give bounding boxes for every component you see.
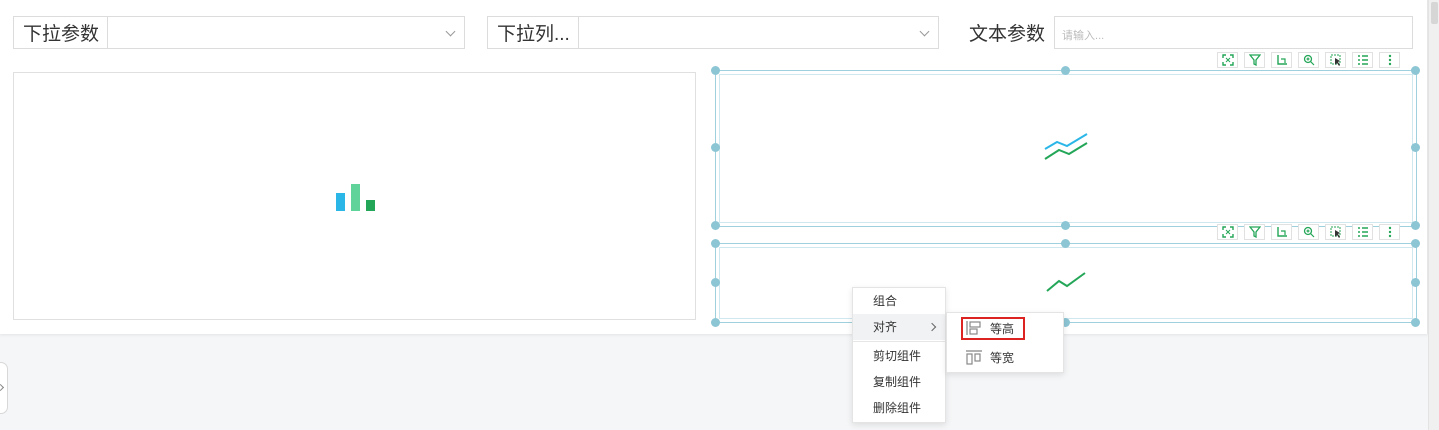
menu-item-copy[interactable]: 复制组件 bbox=[853, 369, 945, 395]
bar-chart-icon bbox=[336, 183, 376, 211]
fullscreen-icon[interactable] bbox=[1217, 224, 1238, 240]
chevron-down-icon bbox=[919, 26, 930, 37]
submenu-item-equal-height-label: 等高 bbox=[990, 321, 1015, 336]
vertical-scrollbar[interactable] bbox=[1428, 0, 1439, 430]
axis-icon[interactable] bbox=[1271, 52, 1292, 68]
more-icon[interactable] bbox=[1379, 52, 1400, 68]
chevron-right-icon bbox=[0, 383, 5, 392]
context-menu: 组合 对齐 剪切组件 复制组件 删除组件 bbox=[852, 287, 946, 423]
zoom-icon[interactable] bbox=[1298, 224, 1319, 240]
text-param: 文本参数 请输入... bbox=[969, 16, 1413, 49]
submenu-item-equal-height[interactable]: 等高 bbox=[965, 318, 1014, 338]
menu-item-cut[interactable]: 剪切组件 bbox=[853, 343, 945, 369]
chevron-down-icon bbox=[445, 26, 456, 37]
line-chart-icon bbox=[1044, 133, 1088, 160]
select-icon[interactable] bbox=[1325, 224, 1346, 240]
axis-icon[interactable] bbox=[1271, 224, 1292, 240]
submenu-item-equal-width[interactable]: 等宽 bbox=[965, 347, 1014, 367]
zoom-icon[interactable] bbox=[1298, 52, 1319, 68]
dropdown-param-2-select[interactable] bbox=[577, 16, 939, 49]
list-icon[interactable] bbox=[1352, 52, 1373, 68]
menu-item-delete[interactable]: 删除组件 bbox=[853, 395, 945, 421]
expand-panel-tab[interactable] bbox=[0, 362, 8, 414]
menu-divider bbox=[853, 341, 945, 342]
dropdown-param-1-select[interactable] bbox=[107, 16, 465, 49]
submenu-item-equal-width-label: 等宽 bbox=[990, 350, 1015, 365]
dashboard-canvas: 下拉参数 下拉列... 文本参数 请输入... bbox=[0, 0, 1428, 334]
chart-widget-right-bottom[interactable] bbox=[715, 243, 1417, 323]
equal-height-icon bbox=[966, 321, 981, 335]
chart-widget-left[interactable] bbox=[13, 72, 696, 320]
text-param-placeholder: 请输入... bbox=[1062, 30, 1105, 42]
text-param-input[interactable]: 请输入... bbox=[1054, 16, 1413, 49]
filter-icon[interactable] bbox=[1244, 224, 1265, 240]
align-submenu: 等高 等宽 bbox=[946, 312, 1064, 373]
menu-item-align[interactable]: 对齐 bbox=[853, 314, 945, 340]
widget-toolbar-bottom bbox=[1217, 224, 1400, 240]
dropdown-param-2: 下拉列... bbox=[487, 16, 939, 49]
list-icon[interactable] bbox=[1352, 224, 1373, 240]
line-chart-icon bbox=[1046, 272, 1086, 292]
dropdown-param-1-label: 下拉参数 bbox=[13, 16, 108, 49]
menu-item-group[interactable]: 组合 bbox=[853, 288, 945, 314]
dropdown-param-2-label: 下拉列... bbox=[487, 16, 578, 49]
text-param-label: 文本参数 bbox=[969, 16, 1055, 49]
fullscreen-icon[interactable] bbox=[1217, 52, 1238, 68]
select-icon[interactable] bbox=[1325, 52, 1346, 68]
more-icon[interactable] bbox=[1379, 224, 1400, 240]
scrollbar-thumb[interactable] bbox=[1431, 2, 1438, 24]
chevron-right-icon bbox=[927, 322, 937, 332]
widget-toolbar-top bbox=[1217, 52, 1400, 68]
menu-item-align-label: 对齐 bbox=[873, 320, 898, 334]
dropdown-param-1: 下拉参数 bbox=[13, 16, 465, 49]
chart-widget-right-top[interactable] bbox=[715, 70, 1417, 227]
filter-icon[interactable] bbox=[1244, 52, 1265, 68]
equal-width-icon bbox=[966, 350, 982, 365]
